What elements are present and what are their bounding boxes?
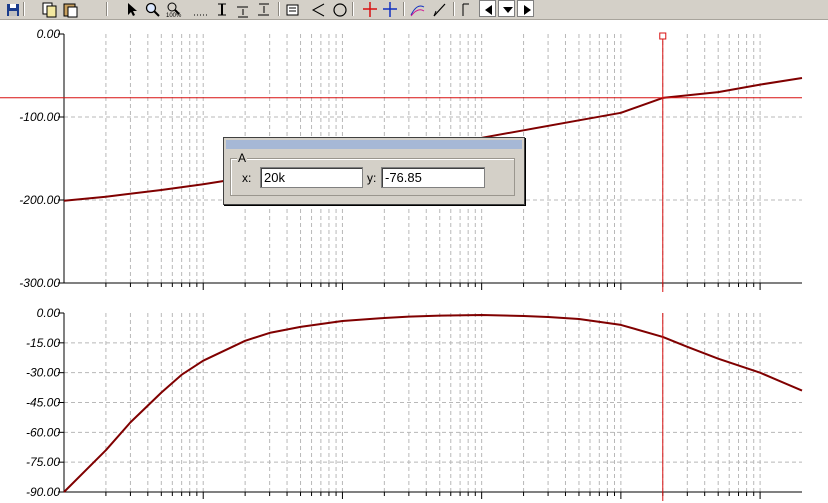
y-tick-label: -300.00 [19,276,60,290]
y-tick-label: 0.00 [37,306,61,320]
y-tick-label: -200.00 [19,193,60,207]
chart-area: 0.00 -100.00 -200.00 -300.00 0.00 -15.00 -30.0… [0,27,803,501]
cursor-handle [659,32,667,40]
cursor-dialog[interactable]: A x: 20k y: -76.85 [223,137,525,205]
y-tick-label: -60.00 [26,425,60,439]
y-value-field[interactable]: -76.85 [381,167,485,188]
y-tick-label: -45.00 [26,396,60,410]
y-tick-label: 0.00 [37,27,61,41]
plot-2: 0.00 -15.00 -30.00 -45.00 -60.00 -75.00 -90.00 [26,306,803,501]
x-label: x: [242,171,252,185]
x-value-field[interactable]: 20k [260,167,363,188]
cursor-group-box: A x: 20k y: -76.85 [230,151,515,196]
cursor-name-label: A [237,151,248,165]
y-tick-label: -90.00 [26,485,60,499]
dialog-titlebar[interactable] [226,140,522,149]
series-line [63,314,803,493]
y-tick-label: -15.00 [26,336,60,350]
y-label: y: [367,171,377,185]
y-tick-label: -30.00 [26,366,60,380]
y-tick-label: -75.00 [26,455,60,469]
y-tick-label: -100.00 [19,110,60,124]
